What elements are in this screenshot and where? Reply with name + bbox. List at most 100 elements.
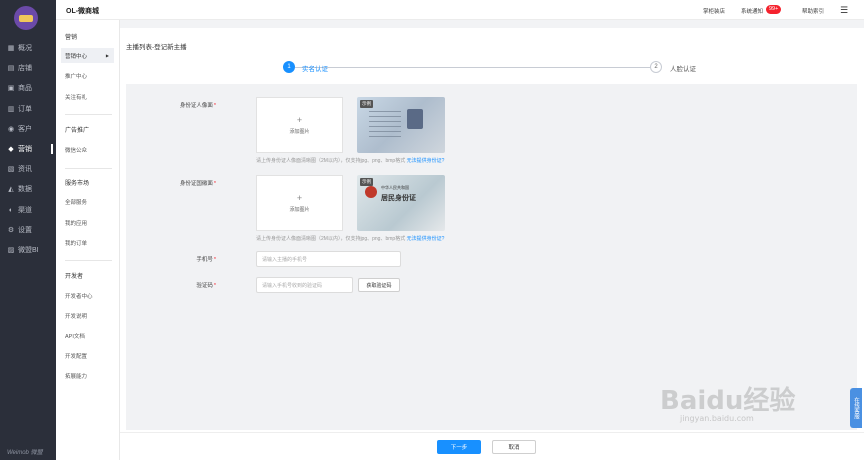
hamburger-menu-icon[interactable]: ☰ <box>840 5 848 16</box>
sidebar-item-label: 设置 <box>18 227 32 234</box>
nav-divider <box>65 168 112 169</box>
baidu-watermark-url: jingyan.baidu.com <box>680 414 754 423</box>
id-back-example: 示例 中华人民共和国 居民身份证 <box>357 175 445 231</box>
plus-icon: + <box>296 114 303 125</box>
sidebar-item-marketing[interactable]: ◆ 营销 <box>0 141 56 157</box>
id-front-example: 示例 <box>357 97 445 153</box>
sidebar-item-label: 资讯 <box>18 166 32 173</box>
sidebar-item-label: 营销 <box>18 146 32 153</box>
sidebar-item-channel[interactable]: ◐ 渠道 <box>0 202 56 218</box>
sidebar-item-label: 渠道 <box>18 207 32 214</box>
chart-icon: ◭ <box>8 186 14 193</box>
id-card-photo <box>407 109 423 129</box>
cancel-button[interactable]: 取消 <box>492 440 536 454</box>
sidebar-item-label: 概况 <box>18 45 32 52</box>
nav-divider <box>65 260 112 261</box>
phone-label: 手机号* <box>196 257 216 263</box>
gear-icon: ⚙ <box>7 227 15 234</box>
sidebar-item-store[interactable]: ▤ 店铺 <box>0 60 56 76</box>
topbar-link-notice[interactable]: 系统通知 <box>741 7 763 15</box>
verification-form: 身份证人像面* + 添加图片 示例 请上传身份证人像面清晰图（2M以内），仅支持… <box>126 84 857 430</box>
steps-connector <box>295 67 655 68</box>
sidebar-item-news[interactable]: ▧ 资讯 <box>0 161 56 177</box>
goods-icon: ▣ <box>7 85 15 92</box>
online-service-tab[interactable]: 在线客服 <box>850 388 862 428</box>
id-back-upload[interactable]: + 添加图片 <box>256 175 343 231</box>
no-id-link[interactable]: 无法提供身份证? <box>407 236 445 242</box>
sidebar-item-label: 客户 <box>18 126 32 133</box>
id-back-label: 身份证国徽面* <box>179 181 216 187</box>
footer-bar: 下一步 取消 <box>120 432 864 460</box>
add-image-text: 添加图片 <box>289 128 310 135</box>
add-image-text: 添加图片 <box>289 206 310 213</box>
id-back-hint: 请上传身份证人像面清晰图（2M以内），仅支持jpg、png、bmp格式 无法提供… <box>256 236 445 242</box>
nav-item-extension[interactable]: 拓展能力 <box>61 368 114 383</box>
step-1-indicator: 1 <box>283 61 295 73</box>
code-input[interactable]: 请输入手机号收到的验证码 <box>256 277 353 293</box>
next-button[interactable]: 下一步 <box>437 440 481 454</box>
marketing-icon: ◆ <box>8 146 14 153</box>
sidebar-item-goods[interactable]: ▣ 商品 <box>0 80 56 96</box>
sidebar-item-label: 订单 <box>18 106 32 113</box>
nav-item-follow-gift[interactable]: 关注有礼 <box>61 89 114 104</box>
nav-item-marketing-center[interactable]: 营销中心 <box>61 48 114 63</box>
nav-section-title: 广告推广 <box>65 128 90 134</box>
step-1-label: 实名认证 <box>302 66 328 73</box>
id-front-label: 身份证人像面* <box>179 103 216 109</box>
order-icon: ▥ <box>7 106 15 113</box>
nav-item-promotion-center[interactable]: 推广中心 <box>61 68 114 83</box>
sidebar-item-label: 店铺 <box>18 65 32 72</box>
code-label: 验证码* <box>196 283 216 289</box>
brand-text: Weimob 微盟 <box>7 450 43 456</box>
nav-item-my-orders[interactable]: 我的订单 <box>61 235 114 250</box>
store-logo[interactable] <box>14 6 38 30</box>
app-title: OL-微商城 <box>66 8 100 15</box>
sidebar-item-overview[interactable]: ▦ 概况 <box>0 40 56 56</box>
user-icon: ◉ <box>7 126 15 133</box>
example-tag: 示例 <box>360 178 373 186</box>
no-id-link[interactable]: 无法提供身份证? <box>407 158 445 164</box>
nav-item-all-services[interactable]: 全部服务 <box>61 194 114 209</box>
secondary-nav: 营销 营销中心 推广中心 关注有礼 广告推广 微信公众 服务市场 全部服务 我的… <box>56 20 120 460</box>
phone-input[interactable]: 请输入主播的手机号 <box>256 251 401 267</box>
national-emblem-icon <box>365 186 377 198</box>
store-icon: ▤ <box>7 65 15 72</box>
get-code-button[interactable]: 获取验证码 <box>358 278 400 292</box>
channel-icon: ◐ <box>8 206 14 214</box>
baidu-watermark: Baidu经验 <box>660 386 796 416</box>
sidebar-item-customers[interactable]: ◉ 客户 <box>0 121 56 137</box>
step-2-indicator: 2 <box>650 61 662 73</box>
nav-item-dev-docs[interactable]: 开发说明 <box>61 308 114 323</box>
topbar-link-help[interactable]: 帮助索引 <box>802 7 824 15</box>
id-card-name: 居民身份证 <box>381 193 416 202</box>
id-front-hint: 请上传身份证人像面清晰图（2M以内），仅支持jpg、png、bmp格式 无法提供… <box>256 158 445 164</box>
id-card-country: 中华人民共和国 <box>381 185 409 190</box>
nav-item-wechat[interactable]: 微信公众 <box>61 142 114 157</box>
sidebar-item-bi[interactable]: ▨ 微盟BI <box>0 242 56 258</box>
example-tag: 示例 <box>360 100 373 108</box>
bi-icon: ▨ <box>7 247 15 254</box>
sidebar-item-label: 微盟BI <box>18 247 39 254</box>
sidebar-item-data[interactable]: ◭ 数据 <box>0 181 56 197</box>
sidebar-item-label: 数据 <box>18 186 32 193</box>
id-front-upload[interactable]: + 添加图片 <box>256 97 343 153</box>
step-2-label: 人脸认证 <box>670 66 696 73</box>
nav-item-dev-center[interactable]: 开发者中心 <box>61 288 114 303</box>
nav-section-title: 服务市场 <box>65 181 90 187</box>
plus-icon: + <box>296 192 303 203</box>
breadcrumb: 主播列表-登记新主播 <box>126 44 187 51</box>
topbar-link-shop[interactable]: 掌柜装店 <box>703 7 725 15</box>
nav-item-dev-config[interactable]: 开发配置 <box>61 348 114 363</box>
nav-section-title: 开发者 <box>65 274 84 280</box>
main-sidebar: ▦ 概况 ▤ 店铺 ▣ 商品 ▥ 订单 ◉ 客户 ◆ 营销 ▧ 资讯 ◭ 数据 … <box>0 0 56 460</box>
notice-badge: 99+ <box>766 5 782 14</box>
grid-icon: ▦ <box>7 45 15 52</box>
nav-item-my-apps[interactable]: 我的应用 <box>61 215 114 230</box>
nav-divider <box>65 114 112 115</box>
sidebar-item-orders[interactable]: ▥ 订单 <box>0 101 56 117</box>
top-bar: OL-微商城 掌柜装店 系统通知 99+ 帮助索引 ☰ <box>56 0 864 20</box>
id-card-text-lines <box>369 111 401 137</box>
sidebar-item-settings[interactable]: ⚙ 设置 <box>0 222 56 238</box>
nav-item-api-docs[interactable]: API文档 <box>61 328 114 343</box>
sidebar-item-label: 商品 <box>18 85 32 92</box>
